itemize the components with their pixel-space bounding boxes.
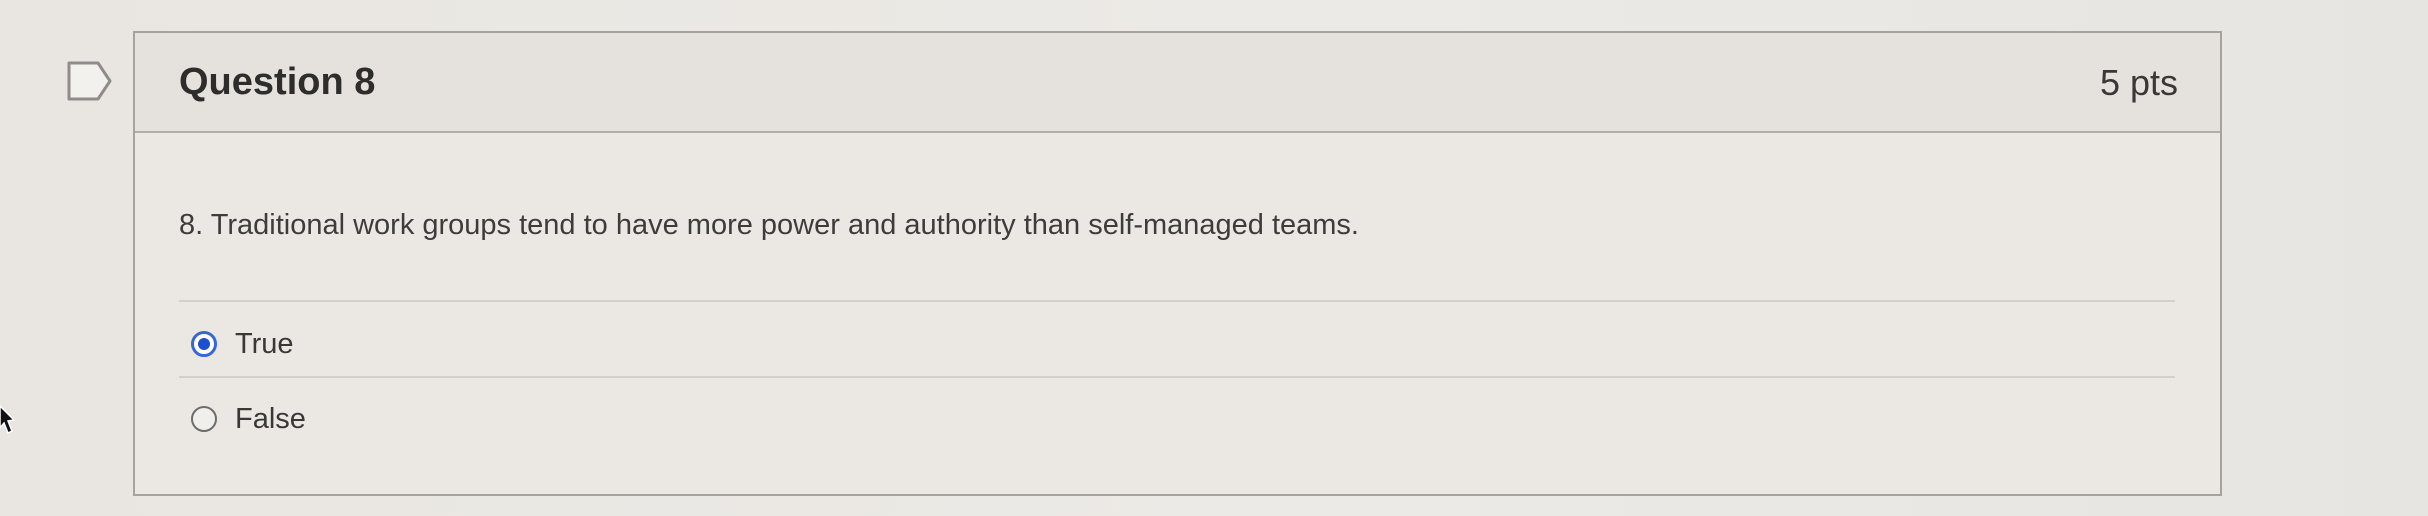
answer-option-false[interactable]: False — [191, 399, 306, 439]
answer-option-true[interactable]: True — [191, 324, 294, 364]
mouse-pointer-icon — [0, 404, 16, 435]
radio-button[interactable] — [191, 406, 217, 432]
radio-button-selected[interactable] — [191, 331, 217, 357]
flag-question-icon[interactable] — [66, 60, 114, 102]
question-points: 5 pts — [2099, 62, 2178, 103]
quiz-page: Question 8 5 pts 8. Traditional work gro… — [0, 0, 2428, 516]
divider — [179, 376, 2175, 378]
question-title: Question 8 — [179, 61, 376, 103]
answer-label-false: False — [235, 402, 306, 435]
question-card: Question 8 5 pts 8. Traditional work gro… — [133, 31, 2222, 496]
question-header: Question 8 5 pts — [135, 33, 2220, 133]
question-text: 8. Traditional work groups tend to have … — [179, 209, 1359, 241]
divider — [179, 300, 2175, 302]
answer-label-true: True — [235, 327, 294, 360]
